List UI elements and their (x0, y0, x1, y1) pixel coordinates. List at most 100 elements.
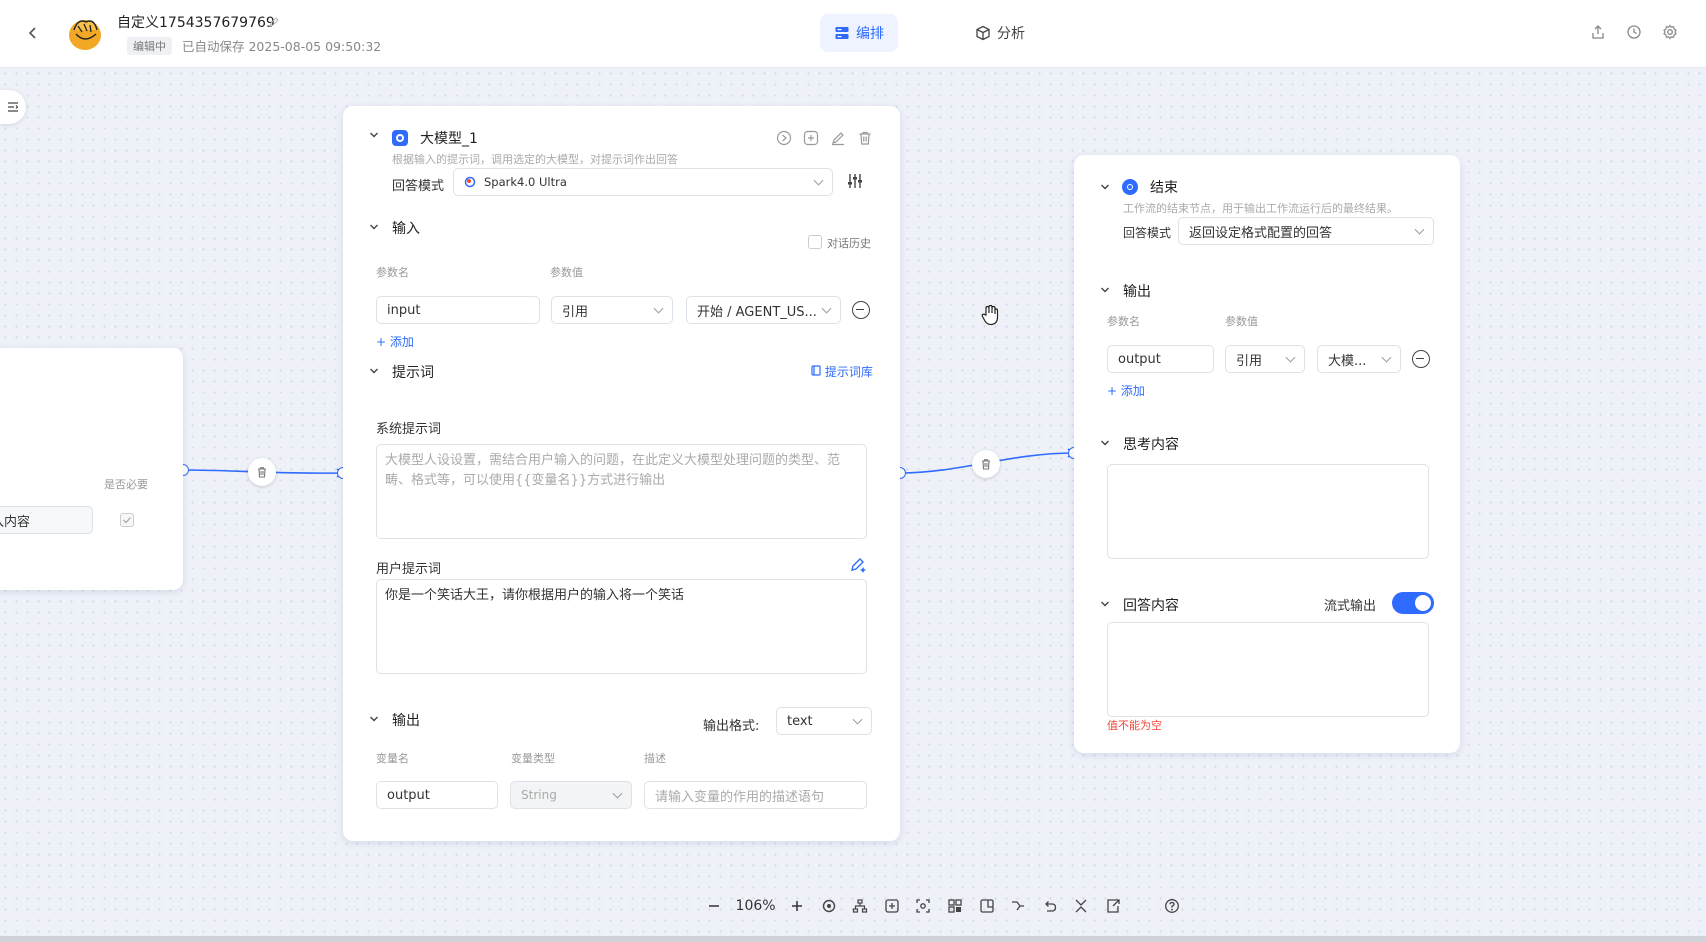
input-ref-select[interactable]: 引用 (551, 296, 673, 324)
collapse-icon (1075, 899, 1087, 913)
end-node-icon (1122, 179, 1138, 195)
input-param-name[interactable]: input (376, 296, 540, 324)
llm-node-description: 根据输入的提示词，调用选定的大模型，对提示词作出回答 (392, 153, 678, 166)
output-var-type-value: String (521, 788, 557, 802)
target-icon (822, 899, 836, 913)
canvas-toolbar: 106% (698, 888, 1188, 924)
add-box-icon (885, 899, 899, 913)
llm-node-title: 大模型_1 (420, 131, 478, 147)
end-mode-label: 回答模式 (1123, 226, 1172, 240)
plus-icon (792, 901, 803, 911)
model-select[interactable]: Spark4.0 Ultra (453, 168, 833, 196)
grid-icon (948, 899, 962, 913)
zoom-in-button[interactable] (782, 890, 814, 922)
undo-icon (1044, 901, 1056, 912)
ai-optimize-icon[interactable] (849, 555, 867, 573)
end-node-description: 工作流的结束节点，用于输出工作流运行后的最终结果。 (1123, 202, 1398, 215)
thinking-section-title: 思考内容 (1123, 437, 1179, 453)
end-add-param-label: 添加 (1120, 384, 1145, 398)
export-button[interactable] (1097, 890, 1129, 922)
comment-button[interactable] (971, 890, 1003, 922)
delete-edge-button[interactable] (972, 450, 1000, 478)
output-format-select[interactable]: text (776, 707, 872, 735)
answer-mode-label: 回答模式 (392, 179, 445, 194)
system-prompt-textarea[interactable]: 大模型人设设置，需结合用户输入的问题，在此定义大模型处理问题的类型、范畴、格式等… (376, 444, 867, 539)
model-name: Spark4.0 Ultra (484, 175, 567, 189)
collapse-all-button[interactable] (1065, 890, 1097, 922)
output-var-name[interactable]: output (376, 781, 498, 809)
end-output-source-select[interactable]: 大模... (1317, 345, 1401, 373)
help-icon (1165, 899, 1180, 913)
collapse-chevron-icon[interactable] (1100, 182, 1110, 192)
input-section-chevron-icon[interactable] (369, 222, 379, 232)
prompt-library-link[interactable]: 提示词库 (811, 363, 873, 380)
stream-output-toggle[interactable] (1392, 592, 1434, 614)
copy-node-icon[interactable] (803, 130, 819, 146)
check-icon (123, 517, 131, 524)
end-output-ref-select[interactable]: 引用 (1225, 345, 1305, 373)
chat-history-label: 对话历史 (827, 237, 871, 250)
input-source-select[interactable]: 开始 / AGENT_US... (686, 296, 841, 324)
output-format-label: 输出格式: (703, 719, 760, 734)
user-prompt-textarea[interactable]: 你是一个笑话大王，请你根据用户的输入将一个笑话 (376, 579, 867, 674)
hand-cursor-icon (981, 304, 999, 326)
thinking-chevron-icon[interactable] (1100, 438, 1110, 448)
remove-param-button[interactable] (852, 301, 870, 319)
fit-view-button[interactable] (908, 890, 940, 922)
output-var-type-select: String (510, 781, 632, 809)
help-button[interactable] (1156, 890, 1188, 922)
edit-icon[interactable] (830, 130, 846, 146)
input-ref-value: 引用 (562, 304, 589, 320)
prompt-section-chevron-icon[interactable] (369, 366, 379, 376)
end-remove-param-button[interactable] (1412, 350, 1430, 368)
answer-chevron-icon[interactable] (1100, 599, 1110, 609)
book-icon (811, 365, 821, 376)
thinking-content-textarea[interactable] (1107, 464, 1429, 559)
end-node[interactable]: 结束 工作流的结束节点，用于输出工作流运行后的最终结果。 回答模式 返回设定格式… (1074, 155, 1460, 753)
end-mode-value: 返回设定格式配置的回答 (1189, 225, 1333, 241)
undo-button[interactable] (1034, 890, 1066, 922)
output-section-chevron-icon[interactable] (369, 714, 379, 724)
output-desc-input[interactable]: 请输入变量的作用的描述语句 (644, 781, 867, 809)
answer-section-title: 回答内容 (1123, 598, 1179, 614)
end-output-chevron-icon[interactable] (1100, 285, 1110, 295)
auto-layout-button[interactable] (845, 890, 877, 922)
zoom-out-button[interactable] (698, 890, 730, 922)
end-param-name-label: 参数名 (1107, 315, 1140, 328)
minimap-button[interactable] (939, 890, 971, 922)
minus-icon (708, 905, 719, 907)
input-param-name-value: input (387, 302, 421, 318)
delete-edge-button[interactable] (248, 458, 276, 486)
spark-model-icon (464, 176, 476, 188)
required-checkbox[interactable] (120, 513, 134, 527)
zoom-level: 106% (735, 898, 776, 914)
llm-node[interactable]: 大模型_1 根据输入的提示词，调用选定的大模型，对提示词作出回答 回答模式 Sp… (343, 106, 900, 841)
var-type-label: 变量类型 (511, 752, 555, 765)
end-output-name-value: output (1118, 351, 1161, 367)
end-mode-select[interactable]: 返回设定格式配置的回答 (1178, 217, 1434, 245)
collapse-chevron-icon[interactable] (369, 130, 379, 140)
answer-content-textarea[interactable] (1107, 622, 1429, 717)
chat-history-checkbox[interactable] (808, 235, 822, 249)
bottom-edge (0, 936, 1706, 942)
run-icon[interactable] (776, 130, 792, 146)
end-node-title: 结束 (1150, 180, 1178, 196)
output-section-title: 输出 (392, 713, 420, 729)
tree-layout-icon (853, 899, 868, 913)
delete-node-icon[interactable] (857, 130, 873, 146)
end-add-param-button[interactable]: + 添加 (1107, 382, 1145, 399)
start-field-input[interactable]: 入内容 (0, 506, 93, 534)
start-node[interactable]: 是否必要 入内容 (0, 348, 183, 590)
add-param-button[interactable]: + 添加 (376, 333, 414, 350)
stream-output-label: 流式输出 (1324, 599, 1377, 614)
input-section-title: 输入 (392, 221, 420, 237)
end-output-name[interactable]: output (1107, 345, 1214, 373)
add-node-button[interactable] (876, 890, 908, 922)
end-output-source-value: 大模... (1328, 353, 1367, 369)
output-var-name-value: output (387, 787, 430, 803)
model-params-icon[interactable] (846, 172, 864, 190)
var-name-label: 变量名 (376, 752, 409, 765)
edge-style-button[interactable] (1002, 890, 1034, 922)
param-value-label: 参数值 (550, 266, 583, 279)
locate-button[interactable] (813, 890, 845, 922)
